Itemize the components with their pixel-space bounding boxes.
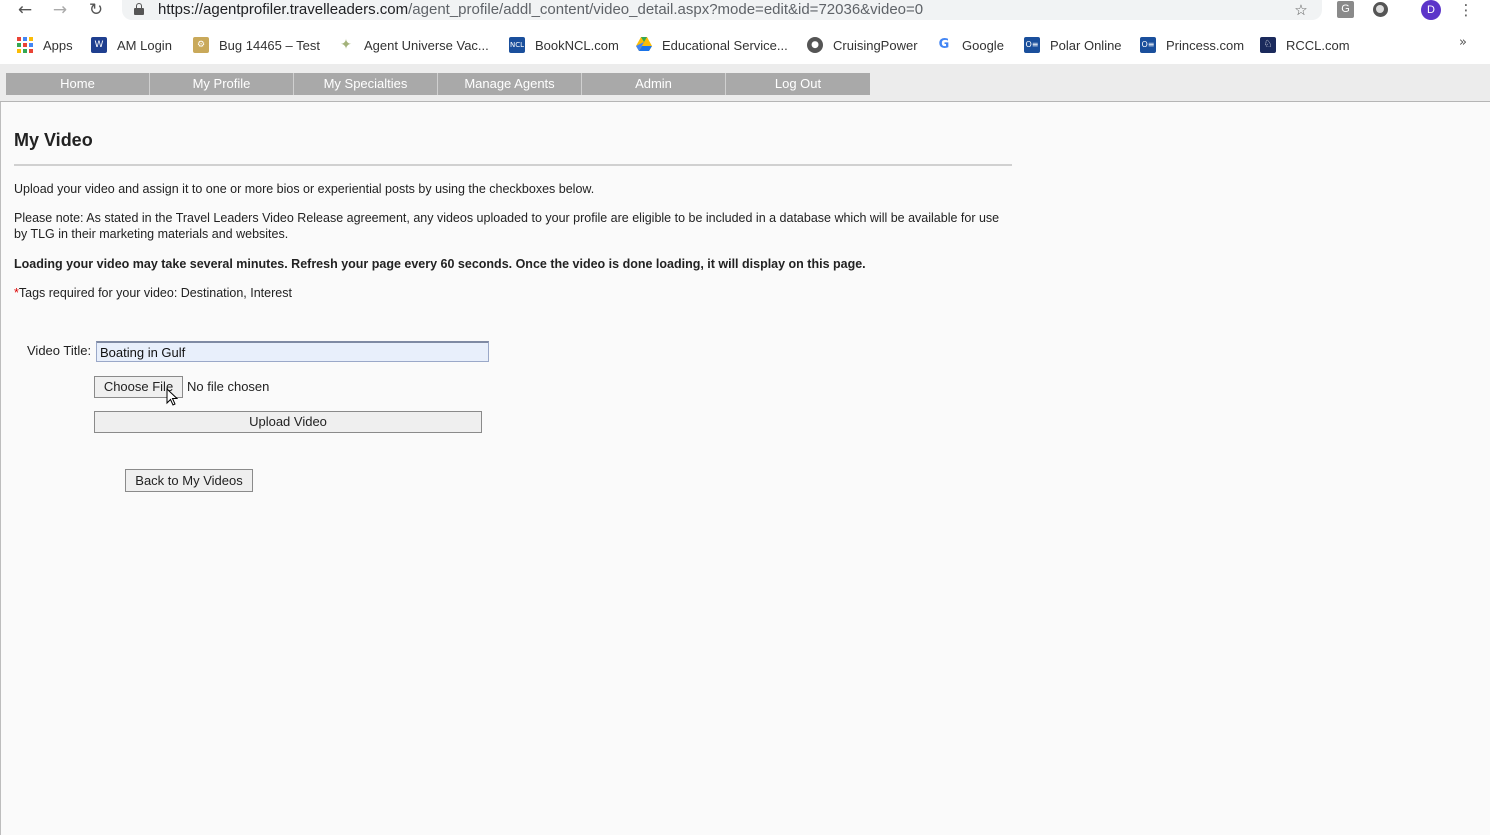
lock-icon (134, 3, 144, 15)
intro-text: Upload your video and assign it to one o… (14, 182, 595, 196)
bookmark-label: RCCL.com (1286, 37, 1350, 53)
bookmark-bug[interactable]: ⚙ Bug 14465 – Test (193, 36, 320, 54)
release-note-text: Please note: As stated in the Travel Lea… (14, 211, 1000, 241)
rccl-icon: ♘ (1260, 37, 1276, 53)
title-divider (14, 164, 1012, 166)
bookmarks-more-button[interactable]: » (1459, 35, 1467, 50)
address-url[interactable]: https://agentprofiler.travelleaders.com/… (158, 1, 923, 18)
apps-grid-icon (17, 37, 33, 53)
extension-g-icon[interactable]: G (1337, 1, 1354, 18)
arrow-right-icon[interactable]: → (50, 1, 70, 19)
bookmark-polar[interactable]: O≡ Polar Online (1024, 36, 1122, 54)
bookmarks-bar: Apps W AM Login ⚙ Bug 14465 – Test ✦ Age… (0, 30, 1490, 60)
back-to-my-videos-button[interactable]: Back to My Videos (125, 469, 253, 492)
am-login-icon: W (91, 37, 107, 53)
video-title-label: Video Title: (27, 343, 92, 358)
bookmark-rccl[interactable]: ♘ RCCL.com (1260, 36, 1350, 54)
arrow-left-icon[interactable]: ← (15, 1, 35, 19)
url-host: https://agentprofiler.travelleaders.com (158, 1, 409, 18)
bookmark-label: Educational Service... (662, 37, 788, 53)
bookmark-label: Princess.com (1166, 37, 1245, 53)
profile-avatar[interactable]: D (1421, 0, 1441, 20)
bookmark-label: AM Login (117, 37, 172, 53)
sparkle-icon: ✦ (340, 37, 352, 53)
nav-log-out[interactable]: Log Out (726, 73, 870, 95)
ncl-icon: NCL (509, 37, 525, 53)
bookmark-am-login[interactable]: W AM Login (91, 36, 172, 54)
browser-toolbar: ← → ↻ https://agentprofiler.travelleader… (0, 0, 1490, 22)
extension-circle-icon[interactable] (1373, 2, 1388, 17)
bookmark-apps[interactable]: Apps (17, 36, 73, 54)
page-title: My Video (14, 130, 93, 150)
bookmark-educational[interactable]: Educational Service... (636, 36, 788, 54)
bookmark-bookncl[interactable]: NCL BookNCL.com (509, 36, 619, 54)
mouse-pointer-icon (166, 388, 178, 406)
url-path: /agent_profile/addl_content/video_detail… (408, 1, 924, 18)
nav-my-specialties[interactable]: My Specialties (294, 73, 438, 95)
bookmark-princess[interactable]: O≡ Princess.com (1140, 36, 1244, 54)
nav-home[interactable]: Home (6, 73, 150, 95)
bookmark-label: Polar Online (1050, 37, 1122, 53)
bookmark-label: BookNCL.com (535, 37, 619, 53)
upload-video-button[interactable]: Upload Video (94, 411, 482, 433)
bookmark-label: CruisingPower (833, 37, 918, 53)
site-navigation: Home My Profile My Specialties Manage Ag… (0, 64, 1490, 102)
drive-icon (636, 37, 652, 53)
loading-note-text: Loading your video may take several minu… (14, 257, 866, 271)
bookmark-label: Bug 14465 – Test (219, 37, 320, 53)
globe-icon: ● (807, 37, 823, 53)
bookmark-google[interactable]: G Google (936, 36, 1004, 54)
nav-my-profile[interactable]: My Profile (150, 73, 294, 95)
kebab-icon[interactable]: ⋮ (1458, 1, 1474, 19)
google-icon: G (938, 37, 950, 52)
nav-manage-agents[interactable]: Manage Agents (438, 73, 582, 95)
address-bar[interactable]: https://agentprofiler.travelleaders.com/… (122, 0, 1322, 20)
video-title-input[interactable] (96, 341, 489, 362)
bookmark-cruisingpower[interactable]: ● CruisingPower (807, 36, 918, 54)
princess-icon: O≡ (1140, 37, 1156, 53)
reload-icon[interactable]: ↻ (86, 1, 106, 19)
tags-required-label: Tags required for your video: Destinatio… (18, 286, 292, 300)
bookmark-label: Agent Universe Vac... (364, 37, 489, 53)
main-menu: Home My Profile My Specialties Manage Ag… (6, 73, 870, 95)
bookmark-agent-universe[interactable]: ✦ Agent Universe Vac... (338, 36, 489, 54)
tags-required-text: *Tags required for your video: Destinati… (14, 285, 1004, 301)
polar-icon: O≡ (1024, 37, 1040, 53)
page-left-border (0, 102, 1, 835)
file-status-text: No file chosen (187, 379, 270, 394)
bookmark-label: Google (962, 37, 1004, 53)
bug-icon: ⚙ (193, 37, 209, 53)
bookmark-label: Apps (43, 37, 73, 53)
browser-chrome: ← → ↻ https://agentprofiler.travelleader… (0, 0, 1490, 64)
star-icon[interactable]: ☆ (1291, 1, 1311, 19)
nav-admin[interactable]: Admin (582, 73, 726, 95)
